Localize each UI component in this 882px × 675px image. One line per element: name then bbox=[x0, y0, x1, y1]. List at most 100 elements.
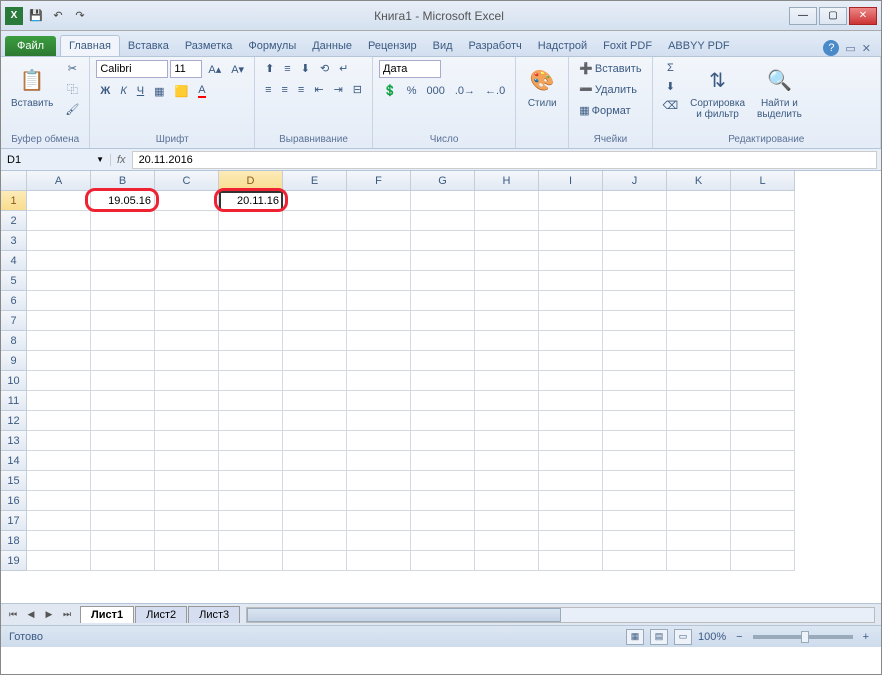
sheet-nav-last[interactable]: ⏭ bbox=[59, 607, 75, 623]
cell-F5[interactable] bbox=[347, 271, 411, 291]
cell-J5[interactable] bbox=[603, 271, 667, 291]
cell-C18[interactable] bbox=[155, 531, 219, 551]
row-header-11[interactable]: 11 bbox=[1, 391, 27, 411]
row-header-7[interactable]: 7 bbox=[1, 311, 27, 331]
align-middle-icon[interactable]: ≡ bbox=[280, 61, 294, 77]
cell-B13[interactable] bbox=[91, 431, 155, 451]
cell-L7[interactable] bbox=[731, 311, 795, 331]
cell-H10[interactable] bbox=[475, 371, 539, 391]
cell-A3[interactable] bbox=[27, 231, 91, 251]
zoom-in-icon[interactable]: + bbox=[859, 629, 873, 645]
cell-J16[interactable] bbox=[603, 491, 667, 511]
cell-B5[interactable] bbox=[91, 271, 155, 291]
sheet-tab-3[interactable]: Лист3 bbox=[188, 606, 240, 623]
cell-K19[interactable] bbox=[667, 551, 731, 571]
cell-E8[interactable] bbox=[283, 331, 347, 351]
cell-L12[interactable] bbox=[731, 411, 795, 431]
col-header-H[interactable]: H bbox=[475, 171, 539, 191]
doc-close-icon[interactable]: ✕ bbox=[862, 42, 871, 55]
cell-G1[interactable] bbox=[411, 191, 475, 211]
row-header-4[interactable]: 4 bbox=[1, 251, 27, 271]
tab-layout[interactable]: Разметка bbox=[177, 36, 241, 56]
cell-C4[interactable] bbox=[155, 251, 219, 271]
cell-D8[interactable] bbox=[219, 331, 283, 351]
cell-K5[interactable] bbox=[667, 271, 731, 291]
cell-H18[interactable] bbox=[475, 531, 539, 551]
cell-J14[interactable] bbox=[603, 451, 667, 471]
cell-H19[interactable] bbox=[475, 551, 539, 571]
row-header-6[interactable]: 6 bbox=[1, 291, 27, 311]
save-icon[interactable]: 💾 bbox=[27, 7, 45, 25]
cell-K7[interactable] bbox=[667, 311, 731, 331]
cell-I3[interactable] bbox=[539, 231, 603, 251]
cell-L11[interactable] bbox=[731, 391, 795, 411]
col-header-F[interactable]: F bbox=[347, 171, 411, 191]
excel-icon[interactable]: X bbox=[5, 7, 23, 25]
cell-L19[interactable] bbox=[731, 551, 795, 571]
font-color-icon[interactable]: A bbox=[194, 82, 209, 100]
cell-A6[interactable] bbox=[27, 291, 91, 311]
cell-H8[interactable] bbox=[475, 331, 539, 351]
cell-L1[interactable] bbox=[731, 191, 795, 211]
cell-I17[interactable] bbox=[539, 511, 603, 531]
cell-A14[interactable] bbox=[27, 451, 91, 471]
cell-J3[interactable] bbox=[603, 231, 667, 251]
col-header-L[interactable]: L bbox=[731, 171, 795, 191]
indent-inc-icon[interactable]: ⇥ bbox=[330, 81, 347, 98]
cell-D19[interactable] bbox=[219, 551, 283, 571]
cell-E2[interactable] bbox=[283, 211, 347, 231]
cell-E10[interactable] bbox=[283, 371, 347, 391]
cut-icon[interactable]: ✂ bbox=[61, 60, 83, 77]
cell-F6[interactable] bbox=[347, 291, 411, 311]
align-top-icon[interactable]: ⬆ bbox=[261, 60, 278, 77]
cell-G13[interactable] bbox=[411, 431, 475, 451]
orientation-icon[interactable]: ⟲ bbox=[316, 60, 333, 77]
clear-icon[interactable]: ⌫ bbox=[659, 97, 683, 114]
cell-C8[interactable] bbox=[155, 331, 219, 351]
cell-I19[interactable] bbox=[539, 551, 603, 571]
insert-cells-button[interactable]: ➕Вставить bbox=[575, 60, 645, 77]
cell-K12[interactable] bbox=[667, 411, 731, 431]
fill-color-icon[interactable]: 🟨 bbox=[171, 83, 193, 100]
cell-F1[interactable] bbox=[347, 191, 411, 211]
cell-F19[interactable] bbox=[347, 551, 411, 571]
cell-L4[interactable] bbox=[731, 251, 795, 271]
underline-button[interactable]: Ч bbox=[133, 83, 148, 99]
cell-B12[interactable] bbox=[91, 411, 155, 431]
cell-H7[interactable] bbox=[475, 311, 539, 331]
cell-F15[interactable] bbox=[347, 471, 411, 491]
cell-H9[interactable] bbox=[475, 351, 539, 371]
sort-filter-button[interactable]: ⇅ Сортировка и фильтр bbox=[686, 60, 749, 124]
col-header-D[interactable]: D bbox=[219, 171, 283, 191]
cell-A2[interactable] bbox=[27, 211, 91, 231]
cell-J11[interactable] bbox=[603, 391, 667, 411]
cell-E7[interactable] bbox=[283, 311, 347, 331]
cell-G4[interactable] bbox=[411, 251, 475, 271]
cell-C10[interactable] bbox=[155, 371, 219, 391]
find-select-button[interactable]: 🔍 Найти и выделить bbox=[753, 60, 806, 124]
cell-G16[interactable] bbox=[411, 491, 475, 511]
minimize-button[interactable]: — bbox=[789, 7, 817, 25]
cell-K18[interactable] bbox=[667, 531, 731, 551]
cell-E16[interactable] bbox=[283, 491, 347, 511]
cell-B3[interactable] bbox=[91, 231, 155, 251]
cell-H17[interactable] bbox=[475, 511, 539, 531]
cell-D1[interactable]: 20.11.16 bbox=[219, 191, 283, 211]
cell-B18[interactable] bbox=[91, 531, 155, 551]
cell-C16[interactable] bbox=[155, 491, 219, 511]
cell-I15[interactable] bbox=[539, 471, 603, 491]
cell-F12[interactable] bbox=[347, 411, 411, 431]
formula-bar[interactable]: 20.11.2016 bbox=[132, 151, 877, 169]
col-header-C[interactable]: C bbox=[155, 171, 219, 191]
cell-G5[interactable] bbox=[411, 271, 475, 291]
row-header-19[interactable]: 19 bbox=[1, 551, 27, 571]
tab-view[interactable]: Вид bbox=[425, 36, 461, 56]
cell-F13[interactable] bbox=[347, 431, 411, 451]
cell-D6[interactable] bbox=[219, 291, 283, 311]
cell-I9[interactable] bbox=[539, 351, 603, 371]
border-icon[interactable]: ▦ bbox=[150, 83, 168, 100]
cell-E15[interactable] bbox=[283, 471, 347, 491]
increase-decimal-icon[interactable]: .0→ bbox=[451, 83, 479, 99]
cell-C9[interactable] bbox=[155, 351, 219, 371]
cell-F3[interactable] bbox=[347, 231, 411, 251]
